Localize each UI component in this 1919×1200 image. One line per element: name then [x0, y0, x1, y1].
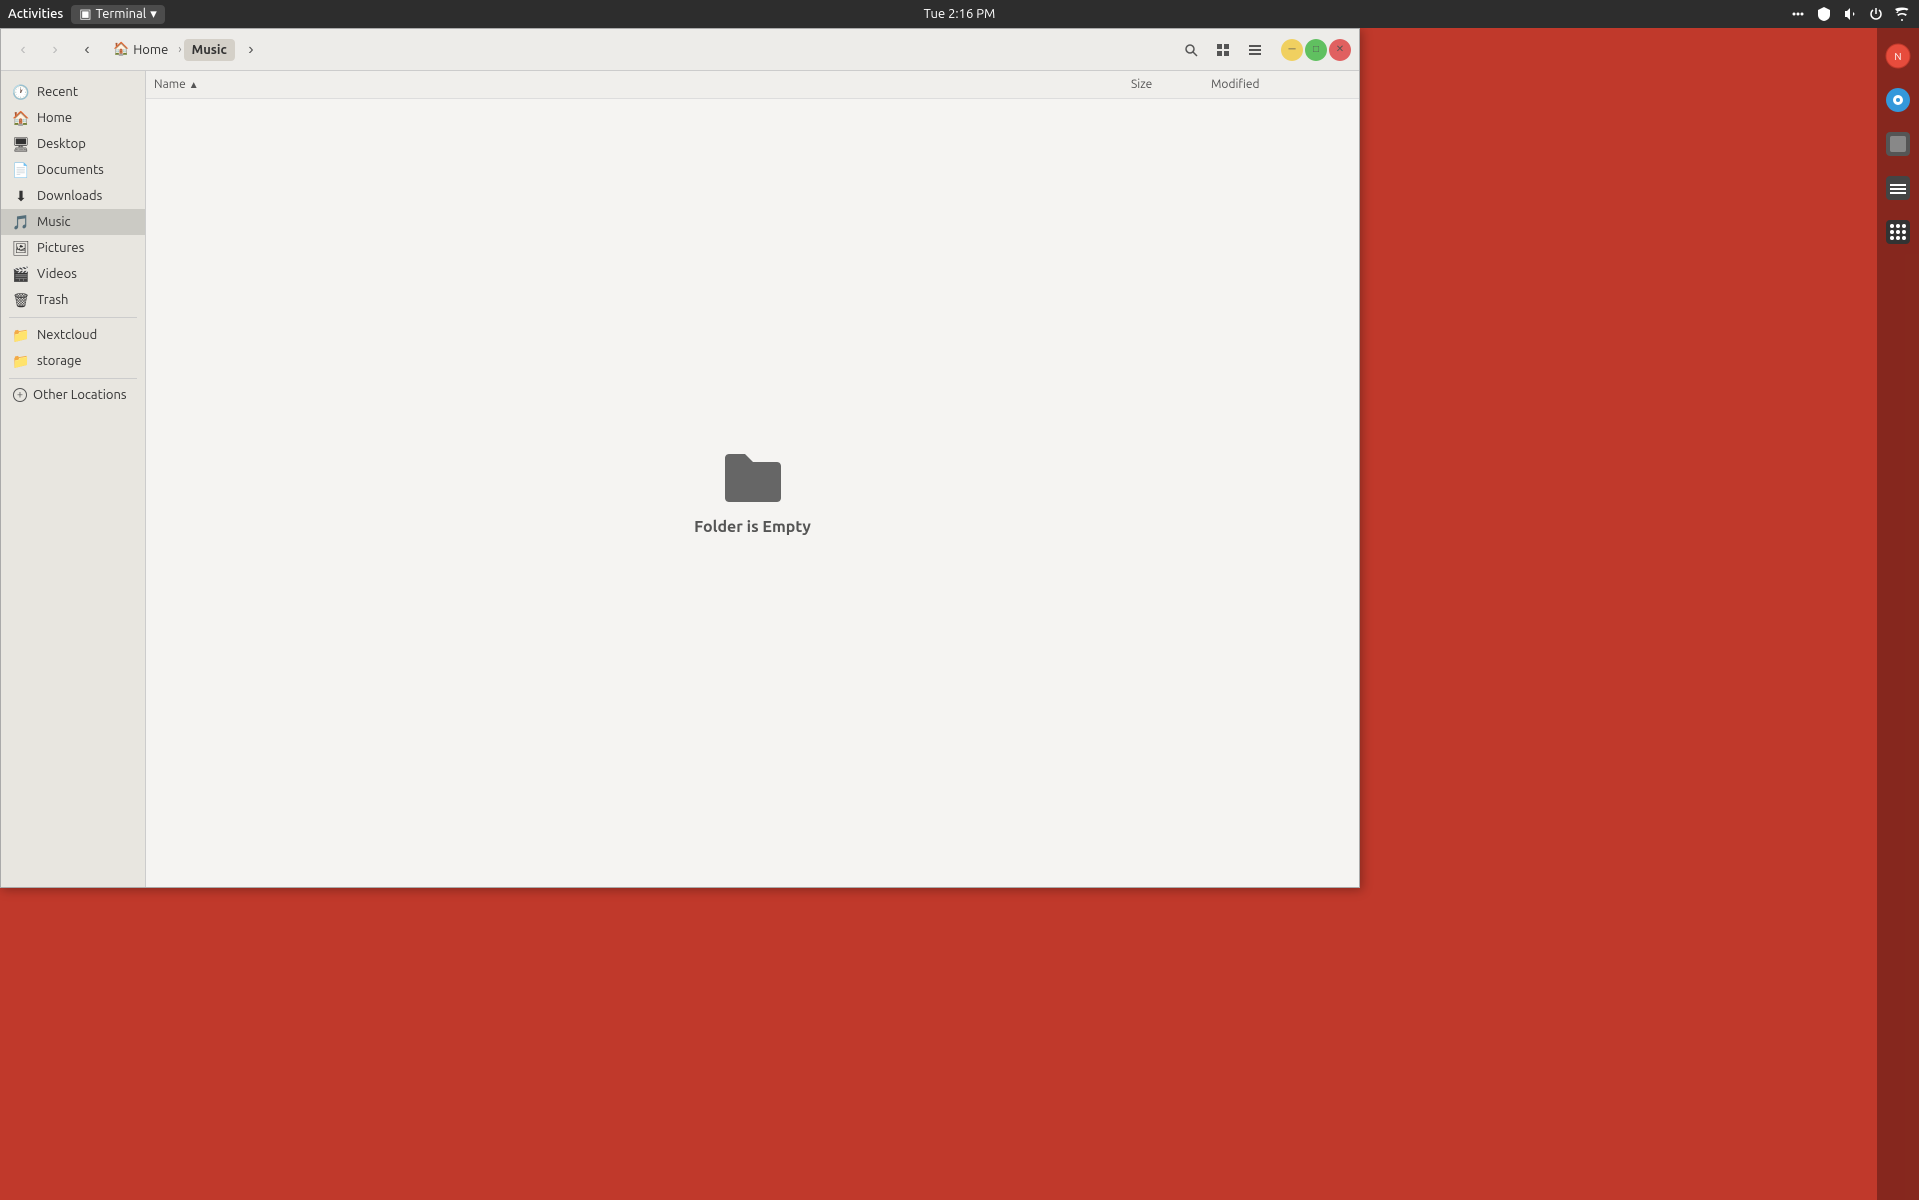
column-size-label: Size: [1131, 78, 1152, 91]
minimize-button[interactable]: ─: [1281, 39, 1303, 61]
dock-item-3[interactable]: [1880, 126, 1916, 162]
dock-item-1[interactable]: N: [1880, 38, 1916, 74]
breadcrumb-music[interactable]: Music: [184, 39, 235, 61]
breadcrumb-separator: ›: [178, 43, 181, 56]
close-button[interactable]: ✕: [1329, 39, 1351, 61]
sidebar-item-desktop[interactable]: 🖥 Desktop: [1, 131, 145, 157]
sidebar-item-home[interactable]: 🏠 Home: [1, 105, 145, 131]
sort-arrow-icon: ▲: [189, 79, 199, 91]
trash-icon: 🗑: [13, 292, 29, 308]
nextcloud-icon: 📁: [13, 327, 29, 343]
sidebar-label-trash: Trash: [37, 293, 68, 307]
menu-button[interactable]: [1241, 36, 1269, 64]
sidebar-label-desktop: Desktop: [37, 137, 86, 151]
terminal-button[interactable]: ▣ Terminal ▾: [71, 5, 164, 24]
topbar-left: Activities ▣ Terminal ▾: [8, 5, 165, 24]
shield-icon[interactable]: [1815, 5, 1833, 23]
search-button[interactable]: [1177, 36, 1205, 64]
sidebar-item-other-locations[interactable]: + Other Locations: [1, 383, 145, 407]
sidebar-item-nextcloud[interactable]: 📁 Nextcloud: [1, 322, 145, 348]
terminal-arrow-icon: ▾: [150, 7, 157, 22]
add-location-icon: +: [13, 388, 27, 402]
breadcrumb-home-label: Home: [133, 43, 168, 57]
sidebar-item-videos[interactable]: 🎬 Videos: [1, 261, 145, 287]
topbar-datetime: Tue 2:16 PM: [924, 7, 996, 21]
sidebar-label-music: Music: [37, 215, 71, 229]
videos-icon: 🎬: [13, 266, 29, 282]
power-icon[interactable]: [1867, 5, 1885, 23]
desktop-icon: 🖥: [13, 136, 29, 152]
history-back-button[interactable]: ‹: [73, 36, 101, 64]
back-button[interactable]: ‹: [9, 36, 37, 64]
right-dock: N: [1877, 28, 1919, 1200]
sidebar-label-recent: Recent: [37, 85, 78, 99]
sidebar-label-videos: Videos: [37, 267, 77, 281]
topbar-right: [1789, 5, 1911, 23]
activities-button[interactable]: Activities: [8, 7, 63, 21]
sidebar-label-home: Home: [37, 111, 72, 125]
file-manager-window: ‹ › ‹ 🏠 Home › Music ›: [0, 28, 1360, 888]
breadcrumb-music-label: Music: [192, 43, 227, 57]
empty-folder-icon: [721, 450, 785, 506]
dock-item-2[interactable]: [1880, 82, 1916, 118]
sidebar-separator: [9, 317, 137, 318]
sidebar-label-nextcloud: Nextcloud: [37, 328, 97, 342]
breadcrumb: 🏠 Home › Music ›: [105, 36, 1173, 64]
sidebar-item-documents[interactable]: 📄 Documents: [1, 157, 145, 183]
main-pane: Name ▲ Size Modified Folder is Empty: [146, 71, 1359, 887]
sidebar-item-downloads[interactable]: ⬇ Downloads: [1, 183, 145, 209]
volume-icon[interactable]: [1841, 5, 1859, 23]
music-icon: 🎵: [13, 214, 29, 230]
svg-text:N: N: [1894, 51, 1901, 62]
recent-icon: 🕐: [13, 84, 29, 100]
window-toolbar: ‹ › ‹ 🏠 Home › Music ›: [1, 29, 1359, 71]
sidebar-item-pictures[interactable]: 🖼 Pictures: [1, 235, 145, 261]
network-icon[interactable]: [1893, 5, 1911, 23]
documents-icon: 📄: [13, 162, 29, 178]
sidebar-item-recent[interactable]: 🕐 Recent: [1, 79, 145, 105]
column-modified-header[interactable]: Modified: [1211, 78, 1351, 91]
system-menu-icon[interactable]: [1789, 5, 1807, 23]
home-sidebar-icon: 🏠: [13, 110, 29, 126]
topbar: Activities ▣ Terminal ▾ Tue 2:16 PM: [0, 0, 1919, 28]
column-headers: Name ▲ Size Modified: [146, 71, 1359, 99]
maximize-button[interactable]: □: [1305, 39, 1327, 61]
sidebar-label-other-locations: Other Locations: [33, 388, 127, 402]
dock-item-5[interactable]: [1880, 214, 1916, 250]
sidebar-item-storage[interactable]: 📁 storage: [1, 348, 145, 374]
sidebar-label-pictures: Pictures: [37, 241, 84, 255]
forward-button[interactable]: ›: [41, 36, 69, 64]
column-modified-label: Modified: [1211, 78, 1260, 91]
breadcrumb-more-button[interactable]: ›: [237, 36, 265, 64]
folder-content: Folder is Empty: [146, 99, 1359, 887]
terminal-label: Terminal: [96, 7, 147, 21]
sidebar-item-music[interactable]: 🎵 Music: [1, 209, 145, 235]
downloads-icon: ⬇: [13, 188, 29, 204]
storage-icon: 📁: [13, 353, 29, 369]
window-controls: ─ □ ✕: [1281, 39, 1351, 61]
breadcrumb-home[interactable]: 🏠 Home: [105, 38, 176, 61]
sidebar-label-downloads: Downloads: [37, 189, 102, 203]
toolbar-right: [1177, 36, 1269, 64]
column-size-header[interactable]: Size: [1131, 78, 1211, 91]
column-name-header[interactable]: Name ▲: [154, 78, 1131, 91]
view-toggle-button[interactable]: [1209, 36, 1237, 64]
sidebar-label-documents: Documents: [37, 163, 104, 177]
sidebar-separator-2: [9, 378, 137, 379]
pictures-icon: 🖼: [13, 240, 29, 256]
sidebar: 🕐 Recent 🏠 Home 🖥 Desktop 📄 Documents ⬇ …: [1, 71, 146, 887]
home-icon: 🏠: [113, 42, 129, 57]
terminal-icon: ▣: [79, 7, 91, 22]
content-area: 🕐 Recent 🏠 Home 🖥 Desktop 📄 Documents ⬇ …: [1, 71, 1359, 887]
dock-item-4[interactable]: [1880, 170, 1916, 206]
sidebar-item-trash[interactable]: 🗑 Trash: [1, 287, 145, 313]
sidebar-label-storage: storage: [37, 354, 82, 368]
empty-folder-text: Folder is Empty: [694, 518, 811, 536]
column-name-label: Name: [154, 78, 186, 91]
